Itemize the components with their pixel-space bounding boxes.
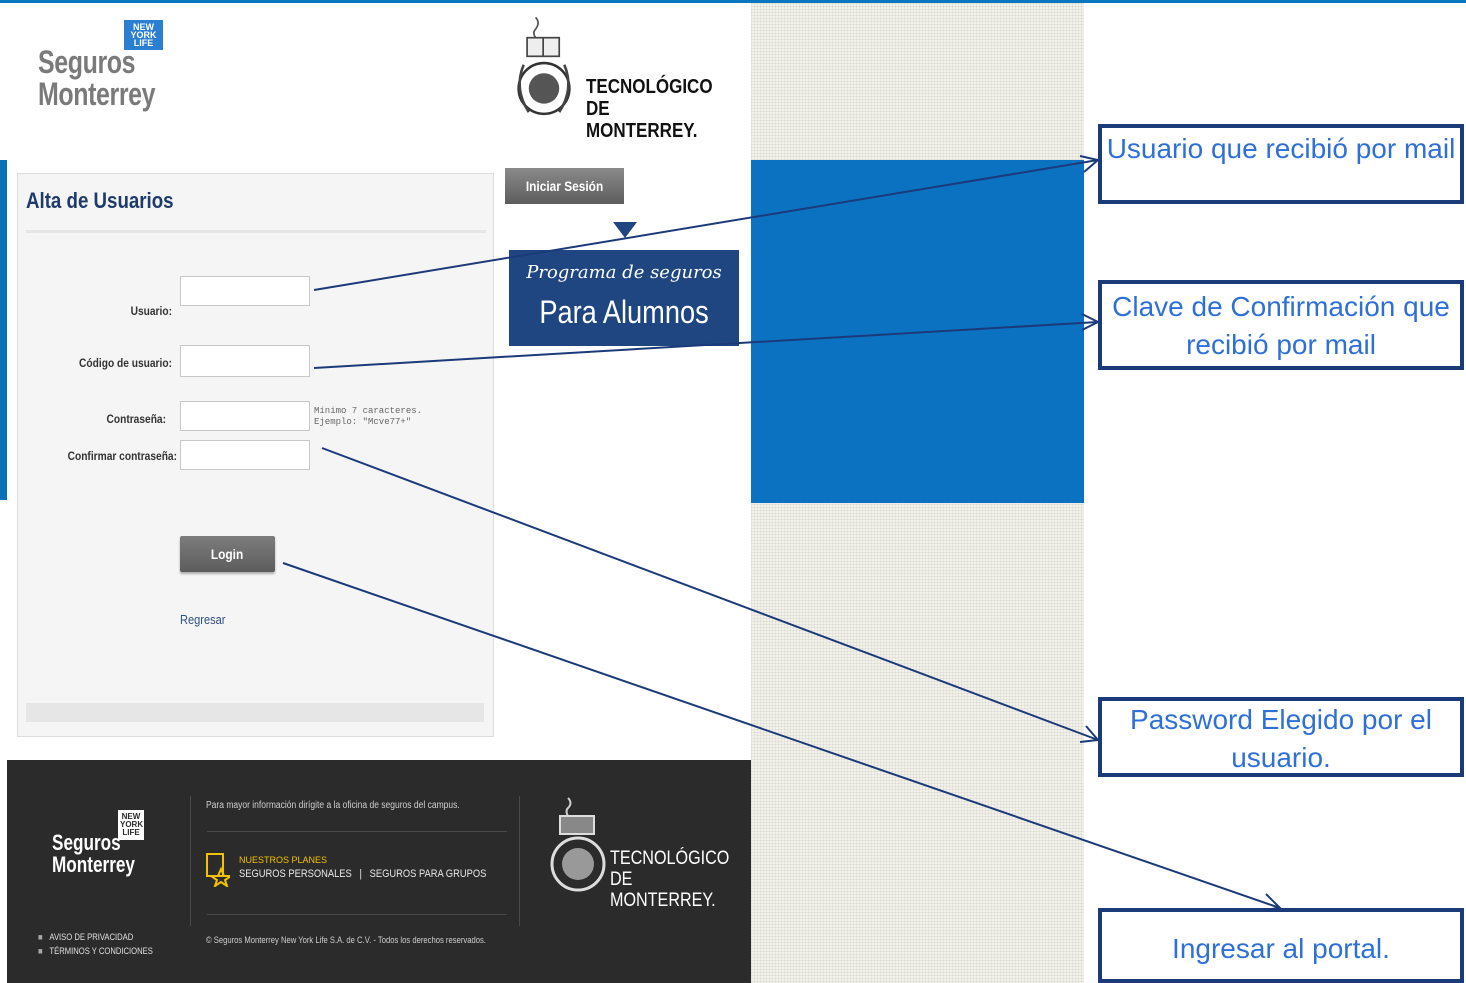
annotation-usuario: Usuario que recibió por mail	[1098, 124, 1464, 204]
arrow-clave	[313, 321, 1099, 369]
annotation-ingresar: Ingresar al portal.	[1098, 908, 1464, 983]
annotation-clave: Clave de Confirmación que recibió por ma…	[1098, 280, 1464, 370]
annotation-password: Password Elegido por el usuario.	[1098, 697, 1464, 777]
arrowhead-usuario	[1079, 155, 1101, 173]
arrow-password	[321, 447, 1099, 741]
arrow-usuario	[313, 159, 1099, 291]
